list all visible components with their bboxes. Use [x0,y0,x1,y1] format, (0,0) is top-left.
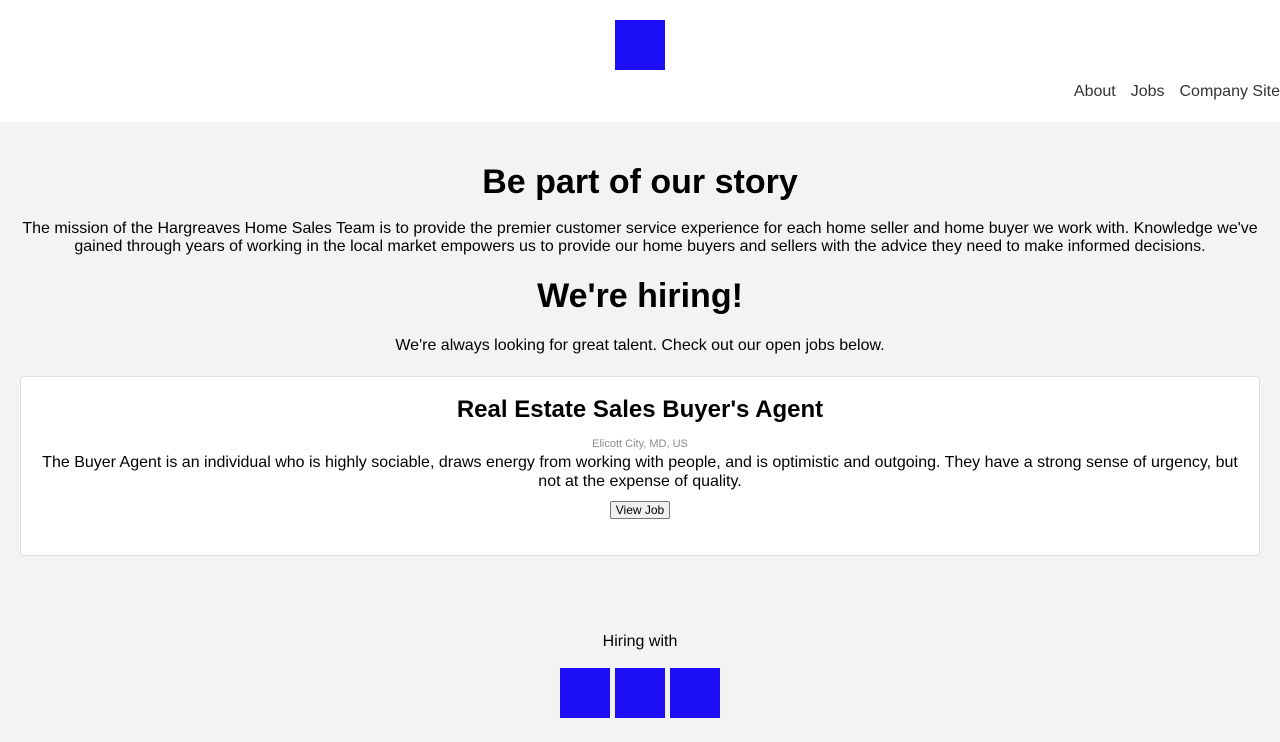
nav-jobs-link[interactable]: Jobs [1131,82,1165,102]
main-content: Be part of our story The mission of the … [0,122,1280,556]
company-logo[interactable] [615,20,665,70]
social-icon-2[interactable] [615,668,665,718]
site-header: About Jobs Company Site [0,0,1280,122]
hiring-text: We're always looking for great talent. C… [395,337,885,354]
nav-about-link[interactable]: About [1074,82,1116,102]
job-location: Elicott City, MD, US [592,438,688,450]
social-icon-3[interactable] [670,668,720,718]
story-heading: Be part of our story [482,163,798,201]
top-nav: About Jobs Company Site [1074,82,1280,102]
job-description: The Buyer Agent is an individual who is … [42,454,1238,490]
nav-company-site-link[interactable]: Company Site [1180,82,1280,102]
hiring-with-label: Hiring with [602,633,678,650]
hiring-heading: We're hiring! [537,277,743,315]
job-title: Real Estate Sales Buyer's Agent [456,396,824,423]
site-footer: Hiring with [0,630,1280,718]
job-card: Real Estate Sales Buyer's Agent Elicott … [20,376,1260,556]
view-job-button[interactable]: View Job [609,501,671,519]
social-icon-1[interactable] [560,668,610,718]
mission-text: The mission of the Hargreaves Home Sales… [22,220,1258,255]
social-links [0,668,1280,718]
